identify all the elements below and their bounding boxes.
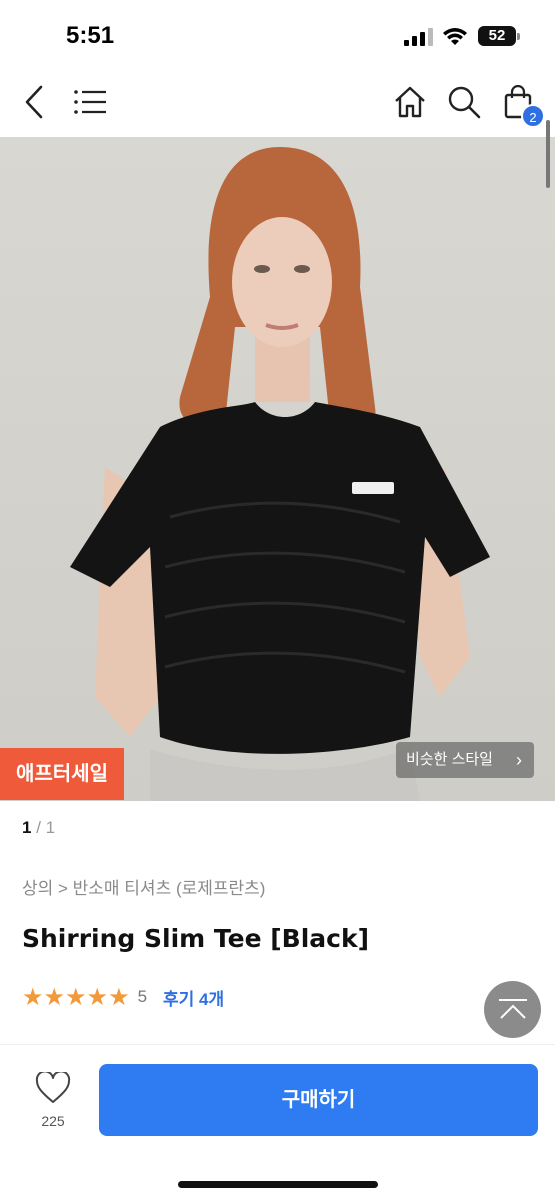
search-icon: [448, 86, 481, 119]
home-indicator: [178, 1181, 378, 1188]
like-button[interactable]: 225: [28, 1070, 78, 1129]
rating-row: ★★★★★ 5 후기 4개: [22, 983, 224, 1011]
scroll-indicator: [546, 120, 550, 188]
scroll-to-top-button[interactable]: [484, 981, 541, 1038]
similar-style-button[interactable]: 비슷한 스타일 ›: [396, 742, 534, 778]
status-time: 5:51: [66, 22, 115, 49]
hamburger-menu-icon: [74, 90, 106, 114]
breadcrumb[interactable]: 상의 > 반소매 티셔츠 (로제프란츠): [22, 874, 265, 899]
signal-icon: [404, 28, 433, 46]
image-page-counter: 1 / 1: [22, 818, 55, 838]
back-button[interactable]: [14, 82, 54, 122]
chevron-right-icon: ›: [516, 750, 522, 770]
like-count: 225: [41, 1113, 65, 1129]
wifi-icon: [443, 28, 467, 45]
search-button[interactable]: [444, 82, 484, 122]
cart-count-badge: 2: [521, 104, 545, 128]
arrow-up-icon: [498, 998, 527, 1019]
page-current: 1: [22, 818, 32, 837]
home-icon: [395, 86, 425, 118]
sale-badge: 애프터세일: [0, 748, 124, 800]
home-button[interactable]: [390, 82, 430, 122]
battery-indicator: 52: [478, 26, 520, 46]
star-rating-icon: ★★★★★: [22, 983, 130, 1011]
status-bar: 5:51 52: [0, 0, 555, 70]
buy-button[interactable]: 구매하기: [99, 1064, 538, 1136]
top-nav-bar: [0, 70, 555, 136]
chevron-left-icon: [25, 85, 43, 119]
product-title: Shirring Slim Tee [Black]: [22, 924, 370, 953]
similar-style-label: 비슷한 스타일: [406, 751, 493, 768]
product-photo: [70, 147, 490, 801]
reviews-link[interactable]: 후기 4개: [163, 985, 224, 1010]
product-image[interactable]: [0, 137, 555, 801]
heart-icon: [35, 1070, 71, 1103]
rating-value: 5: [137, 987, 148, 1006]
page-total: / 1: [36, 818, 56, 837]
menu-button[interactable]: [70, 82, 110, 122]
